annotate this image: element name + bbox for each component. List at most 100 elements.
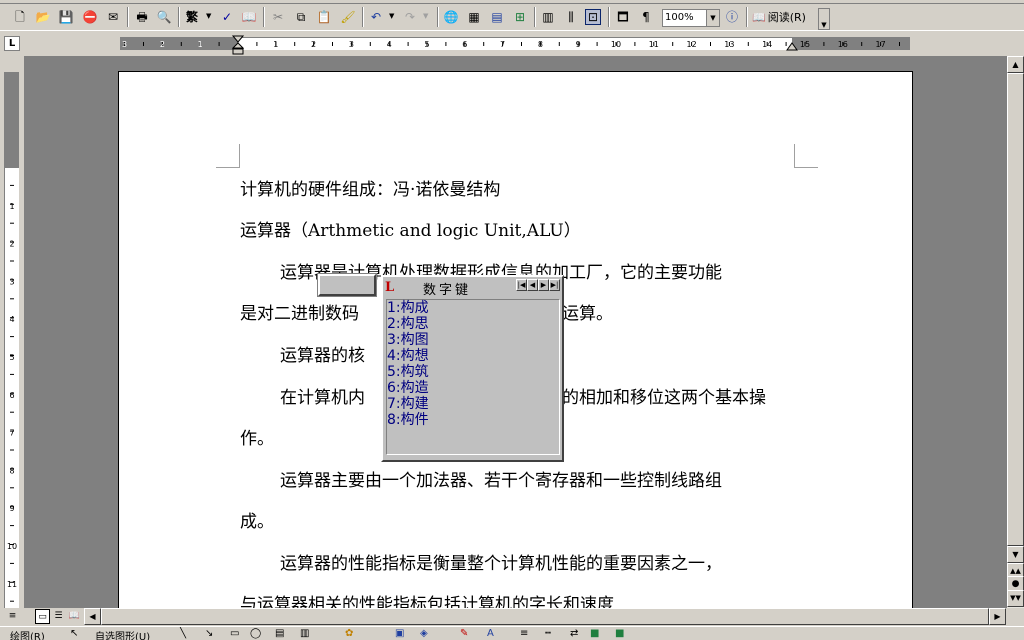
cut-icon[interactable]: ✂ bbox=[270, 9, 286, 25]
textbox-icon[interactable]: ▤ bbox=[275, 628, 284, 639]
doc-text-line[interactable]: 运算。 bbox=[562, 303, 613, 325]
drawing-icon[interactable]: ⫼ bbox=[563, 9, 579, 25]
last-page-icon[interactable]: ▶| bbox=[549, 279, 560, 291]
line-icon[interactable]: ╲ bbox=[180, 628, 186, 639]
ruler-label: 6 bbox=[9, 391, 14, 400]
ruler-label: 3 bbox=[122, 40, 127, 49]
ime-logo-icon: L bbox=[385, 280, 395, 295]
arrow-icon[interactable]: ↘ bbox=[205, 628, 213, 639]
doc-text-line[interactable]: 运算器的核 bbox=[280, 345, 365, 367]
line-style-icon[interactable]: ≡ bbox=[520, 628, 528, 639]
fill-color-icon[interactable]: ◈ bbox=[420, 628, 428, 639]
ime-candidate[interactable]: 4:构想 bbox=[387, 348, 429, 364]
paste-icon[interactable]: 📋 bbox=[316, 9, 332, 25]
scroll-right-button[interactable]: ▶ bbox=[989, 608, 1006, 625]
traditional-chinese-icon[interactable]: 繁 bbox=[184, 9, 200, 25]
email-icon[interactable]: ✉ bbox=[105, 9, 121, 25]
3d-icon[interactable]: ■ bbox=[615, 628, 624, 639]
toolbar-options-button[interactable]: ▼ bbox=[818, 8, 830, 30]
new-document-icon[interactable]: 🗋 bbox=[12, 9, 28, 25]
permission-icon[interactable]: ⛔ bbox=[82, 9, 98, 25]
doc-text-line[interactable]: 的相加和移位这两个基本操 bbox=[562, 387, 766, 409]
ime-candidate[interactable]: 3:构图 bbox=[387, 332, 429, 348]
first-page-icon[interactable]: |◀ bbox=[516, 279, 527, 291]
hyperlink-icon[interactable]: 🌐 bbox=[443, 9, 459, 25]
zoom-select[interactable]: 100% ▼ bbox=[662, 9, 720, 27]
read-mode-button[interactable]: 📖 阅读(R) bbox=[752, 9, 806, 27]
chevron-down-icon[interactable]: ▼ bbox=[423, 12, 428, 20]
columns-icon[interactable]: ▥ bbox=[540, 9, 556, 25]
rectangle-icon[interactable]: ▭ bbox=[230, 628, 239, 639]
open-folder-icon[interactable]: 📂 bbox=[35, 9, 51, 25]
copy-icon[interactable]: ⧉ bbox=[293, 9, 309, 25]
clipart-icon[interactable]: ✿ bbox=[345, 628, 353, 639]
shadow-icon[interactable]: ■ bbox=[590, 628, 599, 639]
doc-text-line[interactable]: 在计算机内 bbox=[280, 387, 365, 409]
vertical-scrollbar[interactable]: ▲ ▼ ▲▲ ● ▼▼ bbox=[1007, 56, 1024, 608]
dash-style-icon[interactable]: ┅ bbox=[545, 628, 551, 639]
doc-text-line[interactable]: 是对二进制数码 bbox=[240, 303, 359, 325]
indent-marker[interactable] bbox=[232, 35, 244, 55]
vertical-textbox-icon[interactable]: ▥ bbox=[300, 628, 309, 639]
oval-icon[interactable]: ◯ bbox=[250, 628, 261, 639]
help-icon[interactable]: ⓘ bbox=[724, 9, 740, 25]
reading-view-icon[interactable]: 📖 bbox=[67, 609, 82, 624]
print-icon[interactable]: 🖶 bbox=[134, 9, 150, 25]
ime-candidate[interactable]: 8:构件 bbox=[387, 412, 429, 428]
ime-candidate[interactable]: 7:构建 bbox=[387, 396, 429, 412]
horizontal-scroll-thumb[interactable] bbox=[101, 608, 989, 625]
right-indent-marker[interactable] bbox=[786, 41, 798, 51]
chevron-down-icon[interactable]: ▼ bbox=[206, 12, 211, 20]
ime-candidate[interactable]: 6:构造 bbox=[387, 380, 429, 396]
doc-text-line[interactable]: 与运算器相关的性能指标包括计算机的字长和速度 bbox=[240, 594, 614, 608]
spelling-check-icon[interactable]: ✓ bbox=[219, 9, 235, 25]
research-icon[interactable]: 📖 bbox=[241, 9, 257, 25]
ime-candidate[interactable]: 5:构筑 bbox=[387, 364, 429, 380]
chevron-down-icon[interactable]: ▼ bbox=[389, 12, 394, 20]
save-icon[interactable]: 💾 bbox=[58, 9, 74, 25]
undo-icon[interactable]: ↶ bbox=[368, 9, 384, 25]
print-layout-view-icon[interactable]: ▭ bbox=[35, 609, 50, 624]
redo-icon[interactable]: ↷ bbox=[402, 9, 418, 25]
scroll-down-button[interactable]: ▼ bbox=[1007, 546, 1024, 563]
doc-text-line[interactable]: 运算器（Arthmetic and logic Unit,ALU） bbox=[240, 220, 581, 242]
prev-page-icon[interactable]: ◀ bbox=[527, 279, 538, 291]
ime-candidate[interactable]: 2:构思 bbox=[387, 316, 429, 332]
vertical-ruler[interactable]: 211234567891011 bbox=[4, 71, 19, 608]
next-page-icon[interactable]: ▶ bbox=[538, 279, 549, 291]
vertical-scroll-thumb[interactable] bbox=[1007, 73, 1024, 546]
horizontal-scrollbar[interactable]: ◀ ▶ bbox=[84, 608, 1006, 625]
insert-table-icon[interactable]: ▤ bbox=[489, 9, 505, 25]
next-page-button[interactable]: ▼▼ bbox=[1007, 590, 1024, 607]
autoshapes-menu-button[interactable]: 自选图形(U) bbox=[95, 628, 150, 640]
doc-text-line[interactable]: 运算器主要由一个加法器、若干个寄存器和一些控制线路组 bbox=[280, 470, 722, 492]
ruler-label: 9 bbox=[576, 40, 581, 49]
print-preview-icon[interactable]: 🔍 bbox=[156, 9, 172, 25]
picture-icon[interactable]: ▣ bbox=[395, 628, 404, 639]
ime-candidate-window[interactable]: L 数字键 |◀ ◀ ▶ ▶| 1:构成 2:构思 3:构图 4:构想 5:构筑… bbox=[381, 275, 564, 462]
doc-text-line[interactable]: 作。 bbox=[240, 428, 274, 450]
chevron-down-icon[interactable]: ▼ bbox=[706, 10, 719, 26]
draw-menu-button[interactable]: 绘图(R) bbox=[10, 628, 45, 640]
arrow-style-icon[interactable]: ⇄ bbox=[570, 628, 578, 639]
scroll-up-button[interactable]: ▲ bbox=[1007, 56, 1024, 73]
doc-text-line[interactable]: 计算机的硬件组成：冯·诺依曼结构 bbox=[240, 179, 500, 201]
show-hide-formatting-icon[interactable]: ¶ bbox=[638, 9, 654, 25]
tables-borders-icon[interactable]: ▦ bbox=[466, 9, 482, 25]
font-color-icon[interactable]: A bbox=[487, 628, 494, 639]
format-painter-icon[interactable]: 🖌 bbox=[340, 9, 356, 25]
normal-view-icon[interactable]: ≡ bbox=[5, 609, 20, 624]
line-color-icon[interactable]: ✎ bbox=[460, 628, 468, 639]
select-objects-icon[interactable]: ↖ bbox=[70, 628, 78, 639]
document-map-view-icon[interactable]: 🗖 bbox=[615, 9, 631, 25]
menu-bar-edge bbox=[0, 0, 1024, 4]
doc-text-line[interactable]: 成。 bbox=[240, 511, 274, 533]
doc-text-line[interactable]: 运算器的性能指标是衡量整个计算机性能的重要因素之一， bbox=[280, 553, 722, 575]
ime-composition-box[interactable] bbox=[317, 273, 377, 297]
document-map-icon[interactable]: ⊡ bbox=[585, 9, 601, 25]
insert-excel-icon[interactable]: ⊞ bbox=[512, 9, 528, 25]
ime-candidate[interactable]: 1:构成 bbox=[387, 300, 429, 316]
scroll-left-button[interactable]: ◀ bbox=[84, 608, 101, 625]
tab-selector-button[interactable]: L bbox=[4, 36, 20, 51]
outline-view-icon[interactable]: ☰ bbox=[51, 609, 66, 624]
